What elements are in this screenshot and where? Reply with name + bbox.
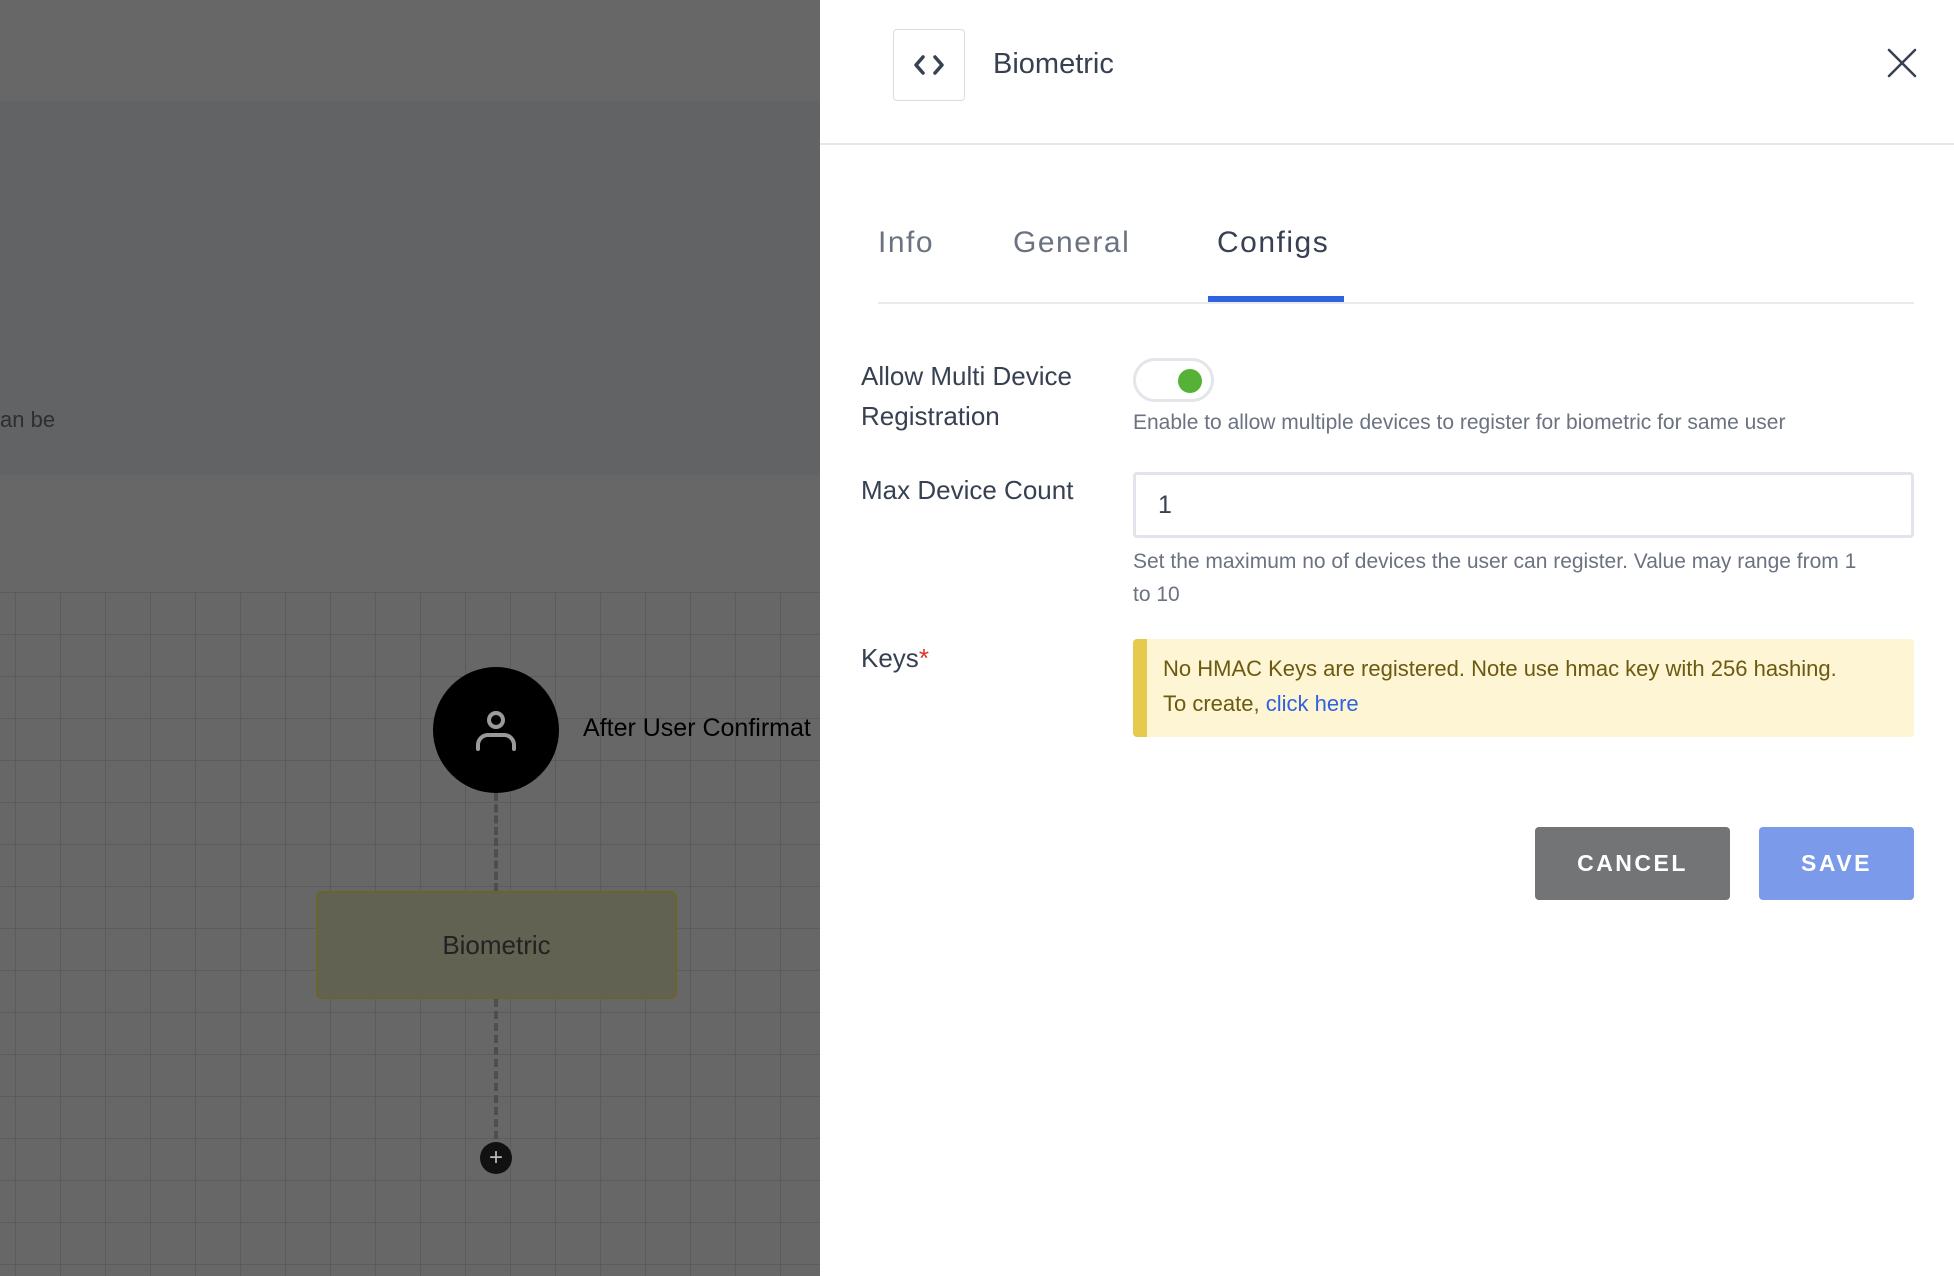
active-tab-indicator: [1208, 296, 1344, 302]
user-icon: [476, 711, 516, 751]
code-brackets-icon: [914, 55, 944, 75]
no-keys-alert: No HMAC Keys are registered. Note use hm…: [1133, 639, 1914, 737]
config-side-panel: Biometric Info General Configs Allow Mul…: [820, 0, 1954, 1276]
toggle-knob: [1178, 369, 1202, 393]
max-device-count-help: Set the maximum no of devices the user c…: [1133, 545, 1856, 611]
max-device-count-label: Max Device Count: [861, 475, 1074, 505]
alert-prefix: To create,: [1163, 691, 1266, 716]
biometric-node-label: Biometric: [442, 929, 551, 960]
close-x-icon[interactable]: [1885, 46, 1919, 80]
tab-info[interactable]: Info: [878, 226, 934, 260]
user-node-label: After User Confirmat: [583, 714, 811, 742]
keys-label: Keys*: [861, 638, 929, 678]
biometric-node[interactable]: Biometric: [316, 891, 677, 999]
canvas-top-bar: [0, 0, 820, 101]
save-button[interactable]: SAVE: [1759, 827, 1914, 900]
code-view-button[interactable]: [893, 29, 965, 101]
panel-header: Biometric: [820, 0, 1954, 145]
multi-device-help: Enable to allow multiple devices to regi…: [1133, 411, 1786, 434]
add-node-button[interactable]: +: [480, 1142, 512, 1174]
required-asterisk: *: [918, 643, 929, 673]
connector-line: [494, 999, 498, 1139]
keys-label-text: Keys: [861, 643, 919, 673]
canvas-info-band: an be: [0, 101, 820, 475]
workflow-canvas: an be After User Confirmat Biometric +: [0, 0, 820, 1276]
multi-device-label: Allow Multi Device Registration: [861, 356, 1072, 436]
create-key-link[interactable]: click here: [1266, 691, 1359, 716]
tab-general[interactable]: General: [1013, 226, 1130, 260]
multi-device-label-line1: Allow Multi Device: [861, 361, 1072, 391]
panel-title: Biometric: [993, 48, 1114, 80]
cancel-button[interactable]: CANCEL: [1535, 827, 1730, 900]
multi-device-toggle[interactable]: [1133, 358, 1214, 402]
max-device-help-line1: Set the maximum no of devices the user c…: [1133, 550, 1857, 573]
tab-bar: Info General Configs: [878, 222, 1914, 304]
connector-line: [494, 793, 498, 891]
max-device-help-line2: to 10: [1133, 583, 1180, 606]
max-device-count-input[interactable]: [1133, 472, 1914, 538]
alert-message: No HMAC Keys are registered. Note use hm…: [1163, 656, 1837, 681]
multi-device-label-line2: Registration: [861, 401, 1000, 431]
tab-configs[interactable]: Configs: [1217, 226, 1329, 260]
info-text: an be: [0, 407, 56, 432]
plus-icon: +: [488, 1144, 503, 1171]
user-trigger-node[interactable]: [433, 667, 559, 793]
